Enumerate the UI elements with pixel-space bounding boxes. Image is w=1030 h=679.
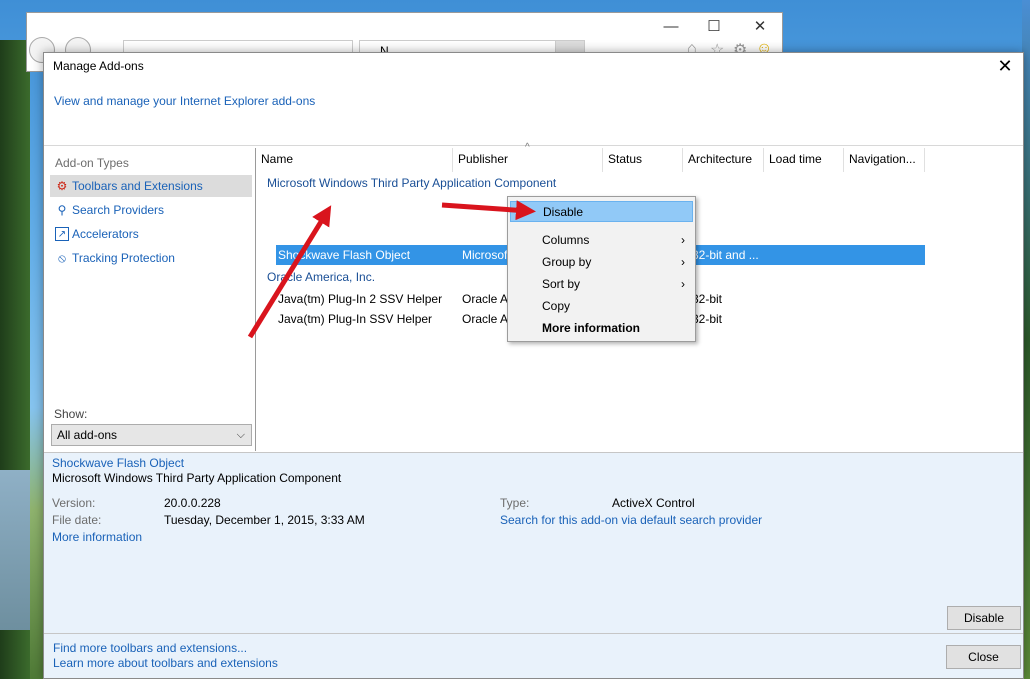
file-date-value: Tuesday, December 1, 2015, 3:33 AM <box>164 513 365 527</box>
addon-type-search-providers[interactable]: ⚲ Search Providers <box>50 199 252 221</box>
desktop-wallpaper-water <box>0 470 30 630</box>
details-addon-publisher: Microsoft Windows Third Party Applicatio… <box>52 471 342 485</box>
disable-button[interactable]: Disable <box>947 606 1021 630</box>
chevron-down-icon: ⌵ <box>236 429 245 441</box>
menu-item-disable[interactable]: Disable <box>510 201 693 222</box>
menu-item-sort-by[interactable]: Sort by › <box>510 274 693 295</box>
menu-item-label: Sort by <box>542 277 581 291</box>
details-addon-name: Shockwave Flash Object <box>52 456 185 470</box>
context-menu: Disable Columns › Group by › Sort by › C… <box>507 196 696 342</box>
group-header-microsoft: Microsoft Windows Third Party Applicatio… <box>267 176 557 190</box>
column-header-status[interactable]: Status <box>603 148 683 172</box>
row-publisher: Oracle A <box>462 312 509 326</box>
show-dropdown-value: All add-ons <box>57 428 118 442</box>
manage-addons-dialog: Manage Add-ons ✕ View and manage your In… <box>43 52 1024 679</box>
menu-item-label: More information <box>542 321 640 335</box>
menu-item-copy[interactable]: Copy <box>510 296 693 317</box>
column-header-name[interactable]: Name <box>256 148 453 172</box>
dialog-header-text: View and manage your Internet Explorer a… <box>54 94 316 108</box>
menu-item-columns[interactable]: Columns › <box>510 230 693 251</box>
gear-block-icon: ⚙ <box>56 179 68 193</box>
menu-item-label: Group by <box>542 255 592 269</box>
addon-type-accelerators[interactable]: ↗ Accelerators <box>50 223 252 245</box>
chevron-right-icon: › <box>681 277 685 291</box>
accelerator-icon: ↗ <box>55 227 69 241</box>
column-header-load-time[interactable]: Load time <box>764 148 844 172</box>
version-value: 20.0.0.228 <box>164 496 221 510</box>
show-dropdown[interactable]: All add-ons ⌵ <box>51 424 252 446</box>
menu-item-label: Copy <box>542 299 571 313</box>
addon-type-label: Accelerators <box>72 227 139 241</box>
footer-divider <box>44 633 1023 634</box>
menu-item-label: Columns <box>542 233 590 247</box>
file-date-label: File date: <box>52 513 102 527</box>
show-label: Show: <box>54 407 88 421</box>
close-button[interactable]: Close <box>946 645 1021 669</box>
row-architecture: 32-bit and ... <box>692 248 759 262</box>
row-publisher: Oracle A <box>462 292 509 306</box>
column-header-publisher[interactable]: Publisher <box>453 148 603 172</box>
row-architecture: 32-bit <box>692 312 723 326</box>
column-header-navigation[interactable]: Navigation... <box>844 148 925 172</box>
row-name: Java(tm) Plug-In SSV Helper <box>278 312 433 326</box>
details-divider <box>44 452 1023 453</box>
search-addon-link[interactable]: Search for this add-on via default searc… <box>500 513 762 527</box>
row-name: Java(tm) Plug-In 2 SSV Helper <box>278 292 443 306</box>
header-divider <box>44 145 1023 146</box>
maximize-icon[interactable]: ☐ <box>702 16 726 38</box>
addon-type-toolbars[interactable]: ⚙ Toolbars and Extensions <box>50 175 252 197</box>
dialog-title: Manage Add-ons <box>53 59 144 73</box>
menu-item-group-by[interactable]: Group by › <box>510 252 693 273</box>
addon-types-heading: Add-on Types <box>55 156 129 170</box>
no-entry-icon: ⦸ <box>58 251 66 265</box>
chevron-right-icon: › <box>681 255 685 269</box>
row-architecture: 32-bit <box>692 292 723 306</box>
addon-type-label: Tracking Protection <box>72 251 175 265</box>
type-label: Type: <box>500 496 530 510</box>
dialog-close-icon[interactable]: ✕ <box>991 54 1019 78</box>
row-publisher: Microsof <box>462 248 508 262</box>
menu-item-more-information[interactable]: More information <box>510 318 693 339</box>
menu-item-label: Disable <box>543 205 584 219</box>
addon-type-label: Toolbars and Extensions <box>72 179 203 193</box>
group-header-oracle: Oracle America, Inc. <box>267 270 376 284</box>
more-information-link[interactable]: More information <box>52 530 142 544</box>
close-icon[interactable]: ✕ <box>748 16 772 38</box>
type-value: ActiveX Control <box>612 496 695 510</box>
chevron-right-icon: › <box>681 233 685 247</box>
find-more-toolbars-link[interactable]: Find more toolbars and extensions... <box>53 641 247 655</box>
row-name: Shockwave Flash Object <box>278 248 411 262</box>
minimize-icon[interactable]: — <box>659 16 683 38</box>
column-header-architecture[interactable]: Architecture <box>683 148 764 172</box>
addon-type-tracking-protection[interactable]: ⦸ Tracking Protection <box>50 247 252 269</box>
search-icon: ⚲ <box>57 203 67 217</box>
version-label: Version: <box>52 496 96 510</box>
details-pane: Shockwave Flash Object Microsoft Windows… <box>44 452 1023 678</box>
addon-types-panel: Add-on Types ⚙ Toolbars and Extensions ⚲… <box>47 148 254 452</box>
learn-more-link[interactable]: Learn more about toolbars and extensions <box>53 656 278 670</box>
addon-type-label: Search Providers <box>72 203 165 217</box>
